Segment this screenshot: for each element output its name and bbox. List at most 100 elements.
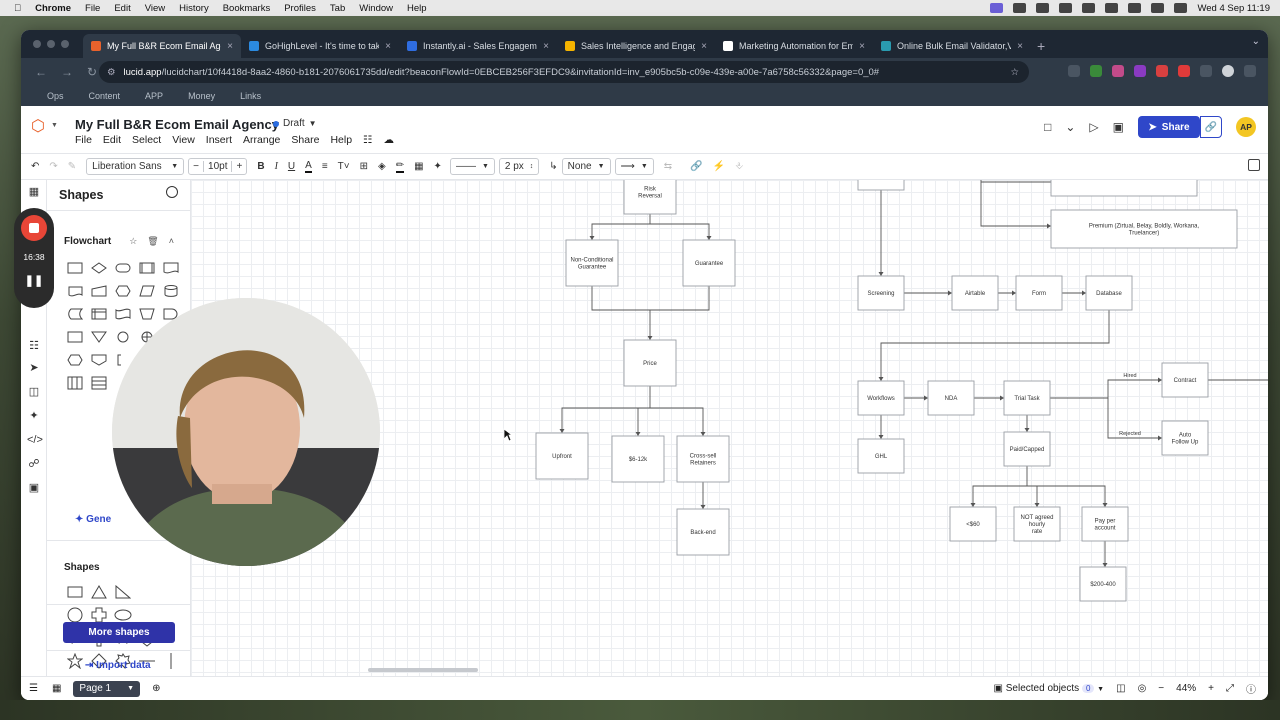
notion-icon[interactable] bbox=[1013, 3, 1027, 13]
right-triangle-shape[interactable] bbox=[111, 580, 135, 603]
star-shape[interactable] bbox=[63, 649, 87, 672]
wifi-icon[interactable] bbox=[1128, 3, 1142, 13]
stop-recording-button[interactable] bbox=[21, 215, 47, 241]
chevron-down-icon[interactable]: ▼ bbox=[51, 122, 58, 129]
help-icon[interactable]: ⓘ bbox=[1246, 681, 1256, 696]
action-icon[interactable]: ⚡ bbox=[713, 161, 725, 172]
bookmark-content[interactable]: Content bbox=[89, 91, 121, 101]
paper-tape-shape[interactable] bbox=[111, 302, 135, 325]
menubar-item-window[interactable]: Window bbox=[359, 3, 393, 14]
endpoint-start-select[interactable]: None ▼ bbox=[561, 158, 611, 175]
connector-line[interactable] bbox=[637, 407, 650, 436]
align-icon[interactable]: ≡ bbox=[322, 161, 328, 172]
increase-icon[interactable]: + bbox=[232, 161, 246, 172]
browser-tab-3[interactable]: Instantly.ai - Sales Engageme × bbox=[399, 34, 557, 58]
star-icon[interactable]: ☆ bbox=[129, 236, 137, 247]
close-tab-icon[interactable]: × bbox=[859, 41, 865, 52]
document-shape[interactable] bbox=[159, 256, 183, 279]
decision-shape[interactable] bbox=[87, 256, 111, 279]
underline-icon[interactable]: U bbox=[288, 161, 295, 172]
table-shape[interactable] bbox=[87, 371, 111, 394]
close-tab-icon[interactable]: × bbox=[227, 41, 233, 52]
shapes-panel-icon[interactable]: ▦ bbox=[27, 186, 41, 198]
connector-line[interactable] bbox=[561, 386, 651, 433]
decrease-icon[interactable]: − bbox=[189, 161, 203, 172]
menubar-item-edit[interactable]: Edit bbox=[114, 3, 130, 14]
code-icon[interactable]: </> bbox=[27, 434, 43, 446]
connector-line[interactable] bbox=[972, 466, 1028, 507]
close-tab-icon[interactable]: × bbox=[1017, 41, 1023, 52]
line-width-select[interactable]: 2 px ↕ bbox=[498, 158, 540, 175]
shape-options-icon[interactable]: ⊞ bbox=[360, 161, 368, 172]
browser-tab-6[interactable]: Online Bulk Email Validator,Ve × bbox=[873, 34, 1031, 58]
extension-icon[interactable] bbox=[1090, 65, 1102, 77]
zoom-out-icon[interactable]: − bbox=[1158, 683, 1164, 694]
menubar-item-file[interactable]: File bbox=[85, 3, 100, 14]
trash-icon[interactable]: 🗑 bbox=[147, 236, 158, 247]
menu-file[interactable]: File bbox=[75, 134, 92, 146]
integrations-icon[interactable]: ☍ bbox=[27, 458, 41, 470]
menubar-datetime[interactable]: Wed 4 Sep 11:19 bbox=[1197, 3, 1270, 14]
process-shape[interactable] bbox=[63, 256, 87, 279]
compass-icon[interactable]: ◎ bbox=[1138, 683, 1147, 694]
font-select[interactable]: Liberation Sans ▼ bbox=[86, 158, 185, 175]
grid-view-icon[interactable]: ▦ bbox=[52, 683, 61, 694]
chevron-down-icon[interactable]: ⌄ bbox=[1065, 120, 1075, 134]
line-style-select[interactable]: —— ▼ bbox=[449, 158, 495, 175]
extension-icon[interactable] bbox=[1068, 65, 1080, 77]
site-info-icon[interactable]: ⚙ bbox=[107, 67, 116, 78]
line-shape-icon[interactable]: ↳ bbox=[549, 161, 557, 172]
url-input[interactable]: ⚙ lucid.app /lucidchart/10f4418d-8aa2-48… bbox=[99, 61, 1029, 83]
data-shape[interactable] bbox=[135, 279, 159, 302]
avatar[interactable]: AP bbox=[1236, 117, 1256, 137]
extension-icon[interactable] bbox=[1134, 65, 1146, 77]
flowchart-section-title[interactable]: Flowchart bbox=[64, 236, 111, 247]
internal-storage-shape[interactable] bbox=[87, 302, 111, 325]
swap-icon[interactable]: ⇆ bbox=[664, 161, 672, 172]
bookmark-links[interactable]: Links bbox=[240, 91, 261, 101]
zoom-in-icon[interactable]: + bbox=[1208, 683, 1214, 694]
layers-icon[interactable]: ◫ bbox=[27, 386, 41, 398]
extension-icon[interactable] bbox=[1112, 65, 1124, 77]
menu-arrange[interactable]: Arrange bbox=[243, 134, 280, 146]
triangle-shape[interactable] bbox=[87, 580, 111, 603]
tab-search-icon[interactable]: ⌄ bbox=[1252, 36, 1260, 47]
browser-tab-5[interactable]: Marketing Automation for Em × bbox=[715, 34, 873, 58]
connector-line[interactable] bbox=[591, 214, 651, 240]
data-icon[interactable]: ☷ bbox=[27, 340, 41, 352]
extensions-puzzle-icon[interactable] bbox=[1200, 65, 1212, 77]
lock-icon[interactable]: ⎀ bbox=[735, 161, 743, 172]
shapes-section-title[interactable]: Shapes bbox=[64, 562, 100, 573]
bold-icon[interactable]: B bbox=[257, 161, 264, 172]
menubar-item-help[interactable]: Help bbox=[407, 3, 427, 14]
video-icon[interactable]: ▣ bbox=[1113, 120, 1124, 134]
apple-icon[interactable]:  bbox=[14, 3, 21, 14]
hexagon-shape[interactable] bbox=[63, 348, 87, 371]
style-icon[interactable]: ▦ bbox=[414, 161, 423, 172]
zoom-level[interactable]: 44% bbox=[1176, 683, 1196, 694]
comment-icon[interactable]: □ bbox=[1044, 120, 1051, 134]
text-color-icon[interactable]: A bbox=[305, 160, 312, 173]
menu-share[interactable]: Share bbox=[291, 134, 319, 146]
format-painter-icon[interactable]: ✎ bbox=[68, 161, 76, 172]
database-shape[interactable] bbox=[159, 279, 183, 302]
connector-line[interactable] bbox=[650, 223, 710, 240]
pause-icon[interactable]: ❚❚ bbox=[14, 274, 54, 287]
browser-tab-4[interactable]: Sales Intelligence and Engage × bbox=[557, 34, 715, 58]
italic-icon[interactable]: I bbox=[275, 161, 278, 172]
browser-tab-2[interactable]: GoHighLevel - It's time to tak × bbox=[241, 34, 399, 58]
selected-objects[interactable]: ▣ Selected objects 0 ▼ bbox=[994, 683, 1105, 694]
connector-line[interactable] bbox=[650, 407, 704, 436]
forward-icon[interactable]: → bbox=[61, 65, 73, 79]
vertical-line-shape[interactable] bbox=[159, 649, 183, 672]
node-agencies[interactable] bbox=[1050, 180, 1198, 197]
battery-icon[interactable] bbox=[1105, 3, 1119, 13]
share-button[interactable]: ➤ Share bbox=[1138, 116, 1200, 138]
control-center-icon[interactable] bbox=[1174, 3, 1188, 13]
horizontal-scrollbar[interactable] bbox=[368, 668, 478, 672]
chevron-up-icon[interactable]: ˄ bbox=[169, 236, 174, 247]
menubar-item-bookmarks[interactable]: Bookmarks bbox=[223, 3, 271, 14]
spotlight-icon[interactable] bbox=[1151, 3, 1165, 13]
ai-icon[interactable]: ✦ bbox=[27, 410, 41, 422]
menu-insert[interactable]: Insert bbox=[206, 134, 232, 146]
